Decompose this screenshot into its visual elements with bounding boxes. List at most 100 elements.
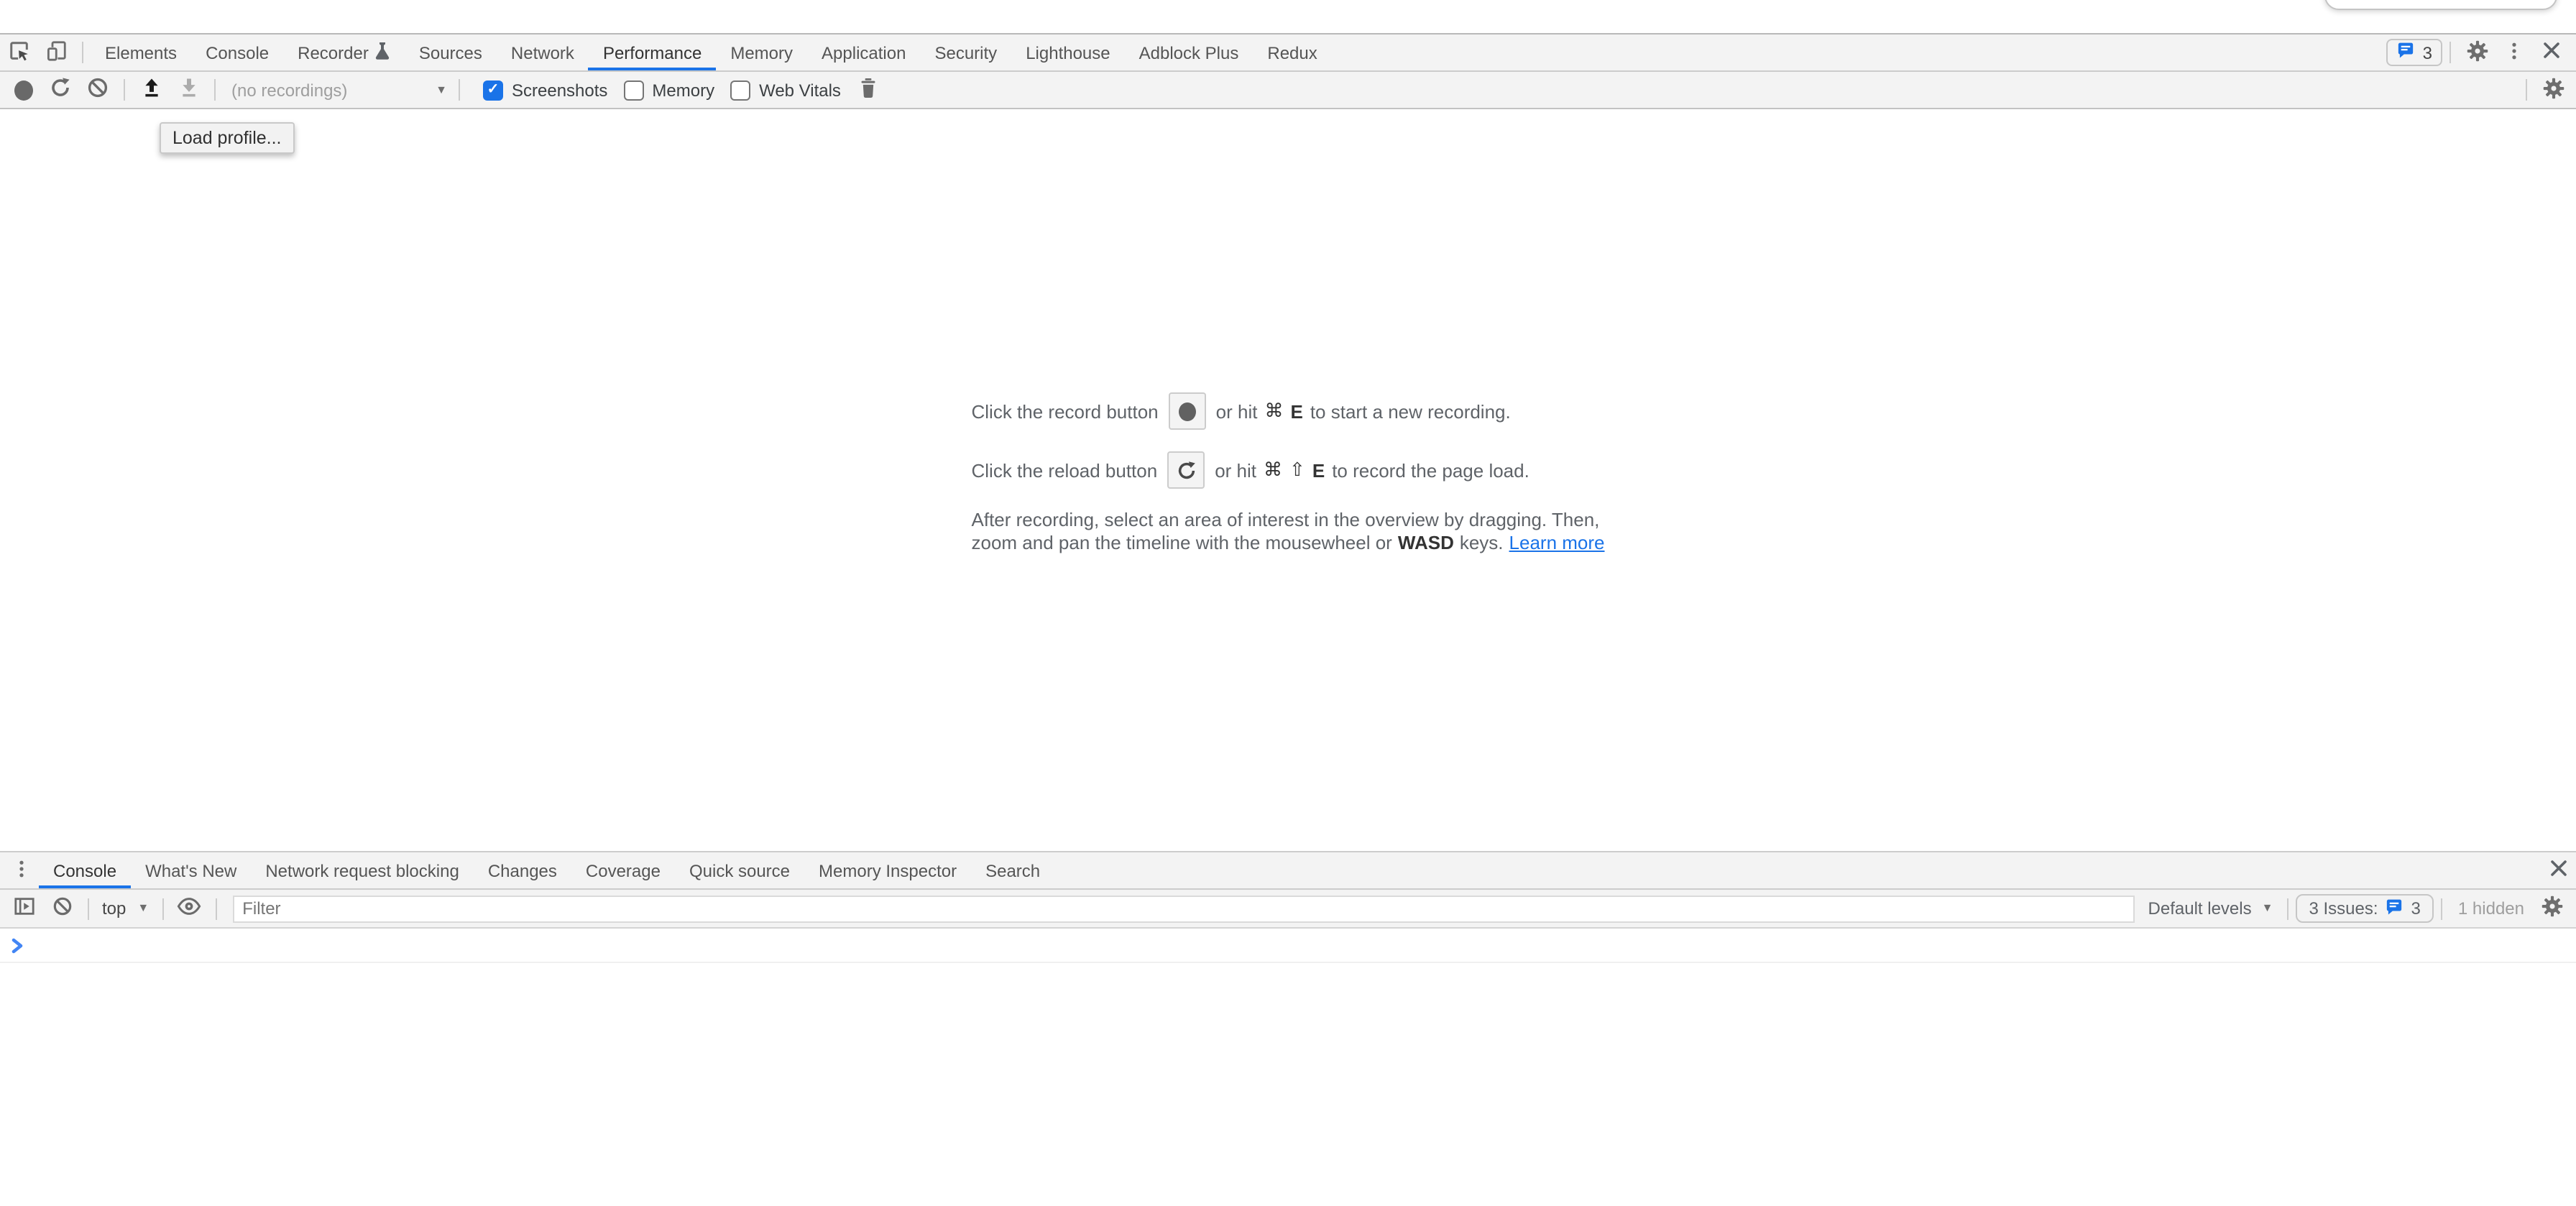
drawer-tab-network-request-blocking[interactable]: Network request blocking: [251, 852, 473, 888]
reload-instruction-line: Click the reload button or hit ⌘ ⇧ E to …: [972, 451, 1605, 489]
close-icon: [2543, 42, 2560, 63]
console-sidebar-icon: [13, 896, 36, 921]
caret-down-icon: ▼: [2262, 903, 2273, 914]
tab-network[interactable]: Network: [497, 34, 589, 70]
capture-settings-button[interactable]: [2534, 72, 2572, 108]
browser-top-strip: [0, 0, 2576, 33]
devtools-tabbar: Elements Console Recorder Sources Networ…: [0, 33, 2576, 72]
issues-bubble-icon: [2397, 42, 2416, 63]
console-sidebar-toggle-button[interactable]: [6, 890, 43, 927]
clear-recordings-button[interactable]: [79, 72, 116, 108]
cmd-key-glyph: ⌘: [1264, 459, 1282, 482]
screenshots-checkbox-group[interactable]: ✓ Screenshots: [483, 80, 607, 100]
drawer-tab-quick-source[interactable]: Quick source: [675, 852, 804, 888]
gear-icon: [2541, 896, 2562, 921]
clear-icon: [86, 76, 109, 103]
drawer-tab-whats-new[interactable]: What's New: [131, 852, 251, 888]
divider: [82, 42, 83, 63]
clear-icon: [51, 896, 73, 921]
after-recording-paragraph: After recording, select an area of inter…: [972, 509, 1605, 555]
tab-security[interactable]: Security: [920, 34, 1011, 70]
performance-panel: Load profile... Click the record button …: [0, 109, 2576, 851]
shift-key-glyph: ⇧: [1289, 459, 1305, 482]
recordings-history-select[interactable]: (no recordings) ▼: [231, 72, 447, 108]
tab-recorder[interactable]: Recorder: [283, 34, 405, 70]
drawer: Console What's New Network request block…: [0, 851, 2576, 1206]
memory-checkbox-group[interactable]: Memory: [623, 80, 714, 100]
tab-elements[interactable]: Elements: [91, 34, 191, 70]
save-profile-button[interactable]: [170, 72, 207, 108]
tab-adblock-plus[interactable]: Adblock Plus: [1125, 34, 1254, 70]
record-button[interactable]: [4, 72, 42, 108]
reload-icon: [49, 76, 72, 103]
divider: [162, 898, 163, 919]
garbage-collect-button[interactable]: [850, 72, 887, 108]
tab-application[interactable]: Application: [807, 34, 920, 70]
cmd-key-glyph: ⌘: [1264, 400, 1283, 423]
drawer-tab-changes[interactable]: Changes: [474, 852, 571, 888]
issues-count: 3: [2423, 42, 2432, 63]
drawer-tab-memory-inspector[interactable]: Memory Inspector: [804, 852, 971, 888]
screenshots-checkbox[interactable]: ✓: [483, 80, 503, 100]
reload-button-illustration: [1167, 451, 1205, 489]
drawer-tab-console[interactable]: Console: [39, 852, 131, 888]
load-profile-button[interactable]: [132, 72, 170, 108]
issues-bubble-icon: [2386, 898, 2404, 919]
divider: [2287, 898, 2288, 919]
paragraph-line-1: After recording, select an area of inter…: [972, 509, 1605, 532]
drawer-tabbar: Console What's New Network request block…: [0, 852, 2576, 890]
more-options-button[interactable]: [2496, 34, 2533, 70]
tab-console[interactable]: Console: [191, 34, 283, 70]
tab-performance[interactable]: Performance: [589, 34, 716, 70]
console-filter-input[interactable]: [232, 895, 2135, 922]
inspect-element-button[interactable]: [0, 34, 37, 70]
drawer-more-tabs-button[interactable]: [4, 852, 39, 888]
divider: [124, 79, 125, 101]
divider: [214, 79, 216, 101]
web-vitals-checkbox-group[interactable]: Web Vitals: [730, 80, 841, 100]
reload-and-record-button[interactable]: [42, 72, 79, 108]
tab-memory[interactable]: Memory: [716, 34, 807, 70]
record-icon: [14, 80, 32, 100]
console-messages-area: [0, 929, 2576, 1206]
console-issues-count: 3: [2411, 898, 2421, 919]
settings-button[interactable]: [2458, 34, 2496, 70]
record-icon: [1179, 402, 1196, 420]
drawer-tab-search[interactable]: Search: [971, 852, 1054, 888]
eye-icon: [177, 896, 201, 921]
learn-more-link[interactable]: Learn more: [1509, 532, 1605, 555]
tab-sources[interactable]: Sources: [405, 34, 497, 70]
close-devtools-button[interactable]: [2533, 34, 2570, 70]
divider: [2441, 898, 2442, 919]
download-icon: [178, 77, 199, 103]
console-prompt[interactable]: [0, 929, 2576, 963]
kebab-menu-icon: [12, 857, 32, 883]
record-button-illustration: [1169, 392, 1206, 430]
close-drawer-button[interactable]: [2542, 852, 2576, 888]
issues-counter-button[interactable]: 3: [2387, 39, 2442, 66]
divider: [215, 898, 216, 919]
tab-lighthouse[interactable]: Lighthouse: [1011, 34, 1124, 70]
drawer-tab-coverage[interactable]: Coverage: [571, 852, 675, 888]
drawer-tabbar-spacer: [1054, 852, 2537, 888]
e-key-glyph: E: [1290, 400, 1302, 422]
web-vitals-checkbox[interactable]: [730, 80, 750, 100]
caret-down-icon: ▼: [137, 903, 149, 914]
device-toolbar-button[interactable]: [37, 34, 75, 70]
inspect-cursor-icon: [8, 40, 29, 65]
clear-console-button[interactable]: [43, 890, 80, 927]
tab-redux[interactable]: Redux: [1253, 34, 1331, 70]
live-expression-button[interactable]: [170, 890, 208, 927]
javascript-context-select[interactable]: top ▼: [102, 898, 149, 919]
gear-icon: [2466, 40, 2488, 65]
reload-icon: [1175, 459, 1197, 481]
log-levels-select[interactable]: Default levels ▼: [2148, 898, 2273, 919]
browser-popup-fragment[interactable]: [2324, 0, 2557, 10]
console-issues-button[interactable]: 3 Issues: 3: [2296, 894, 2433, 923]
console-settings-button[interactable]: [2533, 890, 2570, 927]
paragraph-line-2: zoom and pan the timeline with the mouse…: [972, 532, 1605, 555]
divider: [2526, 79, 2527, 101]
memory-checkbox[interactable]: [623, 80, 643, 100]
console-toolbar: top ▼ Default levels ▼: [0, 890, 2576, 929]
divider: [459, 79, 460, 101]
